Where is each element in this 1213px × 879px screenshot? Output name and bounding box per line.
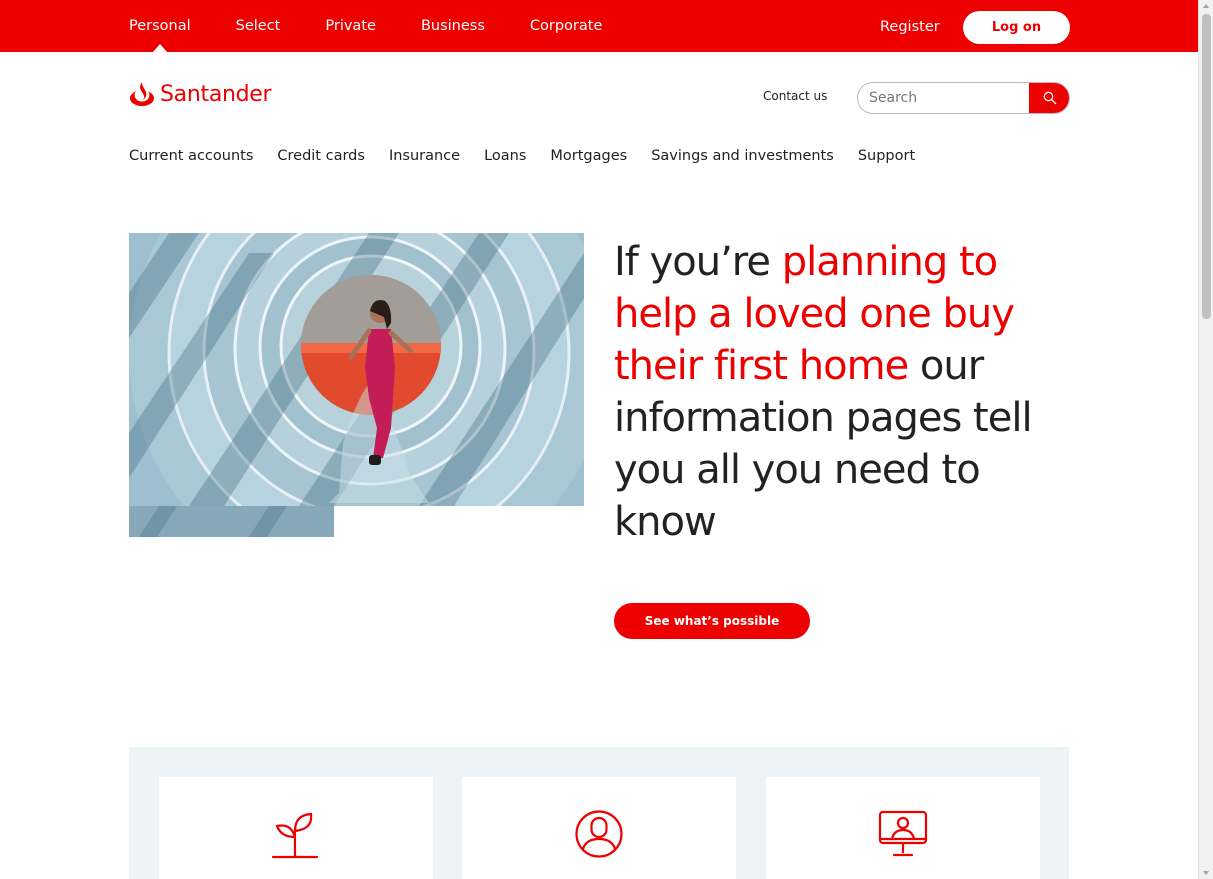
features-panel <box>129 747 1069 879</box>
scroll-down-arrow-icon[interactable] <box>1203 871 1209 875</box>
scroll-up-arrow-icon[interactable] <box>1203 4 1209 8</box>
hero-headline: If you’re planning to help a loved one b… <box>614 236 1064 548</box>
segment-bar: Personal Select Private Business Corpora… <box>0 0 1198 52</box>
nav-mortgages[interactable]: Mortgages <box>550 148 627 164</box>
hero-image <box>129 233 584 506</box>
nav-savings-and-investments[interactable]: Savings and investments <box>651 148 834 164</box>
register-link[interactable]: Register <box>880 0 940 54</box>
nav-loans[interactable]: Loans <box>484 148 526 164</box>
see-whats-possible-button[interactable]: See what’s possible <box>614 603 810 639</box>
seedling-icon <box>271 812 319 859</box>
headline-pre: If you’re <box>614 239 782 285</box>
log-on-button[interactable]: Log on <box>963 11 1070 44</box>
search-input[interactable] <box>858 83 1029 113</box>
computer-user-icon <box>878 810 928 857</box>
segment-business[interactable]: Business <box>421 0 485 52</box>
segment-corporate[interactable]: Corporate <box>530 0 603 52</box>
segment-personal[interactable]: Personal <box>129 0 191 52</box>
search-button[interactable] <box>1029 83 1069 113</box>
hero-illustration <box>129 233 584 506</box>
user-circle-icon <box>575 810 623 858</box>
segment-nav: Personal Select Private Business Corpora… <box>129 0 647 52</box>
flame-logo-icon <box>130 82 154 106</box>
santander-logo[interactable]: Santander <box>129 79 272 109</box>
scroll-thumb[interactable] <box>1202 14 1211 319</box>
nav-current-accounts[interactable]: Current accounts <box>129 148 253 164</box>
nav-credit-cards[interactable]: Credit cards <box>277 148 365 164</box>
main-nav: Current accounts Credit cards Insurance … <box>129 148 939 164</box>
segment-private[interactable]: Private <box>325 0 376 52</box>
search-icon <box>1043 91 1057 105</box>
brand-name: Santander <box>160 81 272 107</box>
nav-support[interactable]: Support <box>858 148 915 164</box>
nav-insurance[interactable]: Insurance <box>389 148 460 164</box>
contact-us-link[interactable]: Contact us <box>763 89 827 103</box>
segment-select[interactable]: Select <box>236 0 281 52</box>
page-scrollbar[interactable] <box>1198 0 1213 879</box>
feature-card[interactable] <box>159 777 433 879</box>
feature-card[interactable] <box>766 777 1040 879</box>
hero-image-extension <box>129 506 334 537</box>
feature-card[interactable] <box>462 777 736 879</box>
search-box <box>857 82 1070 114</box>
